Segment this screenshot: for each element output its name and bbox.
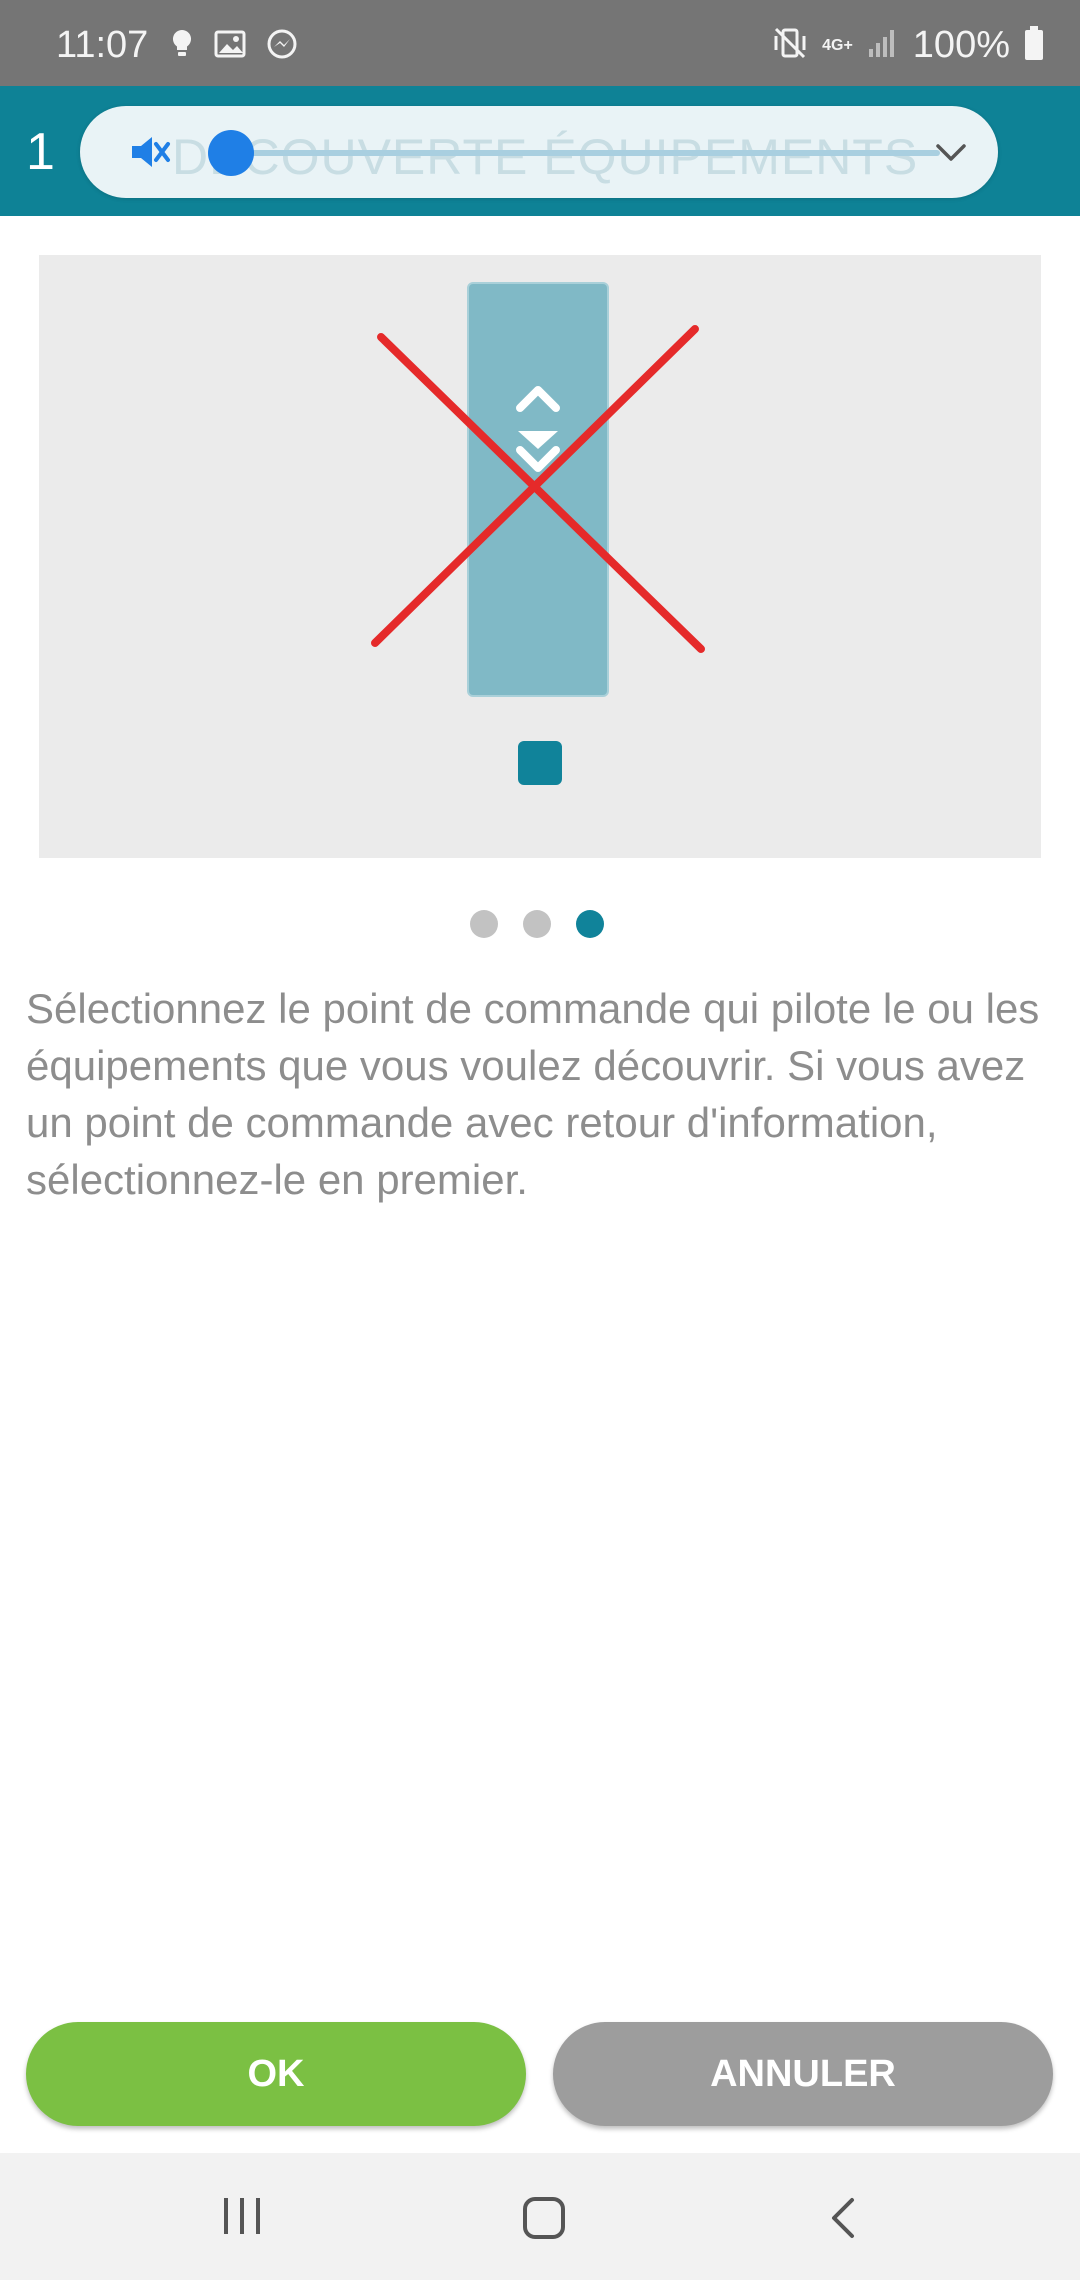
battery-percentage: 100%	[912, 24, 1010, 66]
image-icon	[214, 29, 246, 64]
mute-icon[interactable]	[126, 128, 174, 181]
tutorial-illustration	[39, 255, 1041, 858]
status-time: 11:07	[56, 24, 149, 66]
carousel-indicator	[470, 910, 604, 938]
vibrate-icon	[772, 25, 808, 66]
page-title: DÉCOUVERTE ÉQUIPEMENTS	[172, 129, 919, 185]
title-dropdown[interactable]: DÉCOUVERTE ÉQUIPEMENTS	[80, 106, 998, 198]
recents-icon[interactable]	[220, 2196, 264, 2241]
home-icon[interactable]	[522, 2196, 566, 2245]
network-label: 4G+	[822, 36, 853, 54]
battery-icon	[1024, 26, 1044, 65]
instruction-text: Sélectionnez le point de commande qui pi…	[26, 985, 1040, 1203]
cancel-button[interactable]: ANNULER	[553, 2022, 1053, 2126]
back-icon[interactable]	[828, 2196, 860, 2245]
chevron-down-icon[interactable]	[932, 134, 970, 177]
carousel-dot-active[interactable]	[576, 910, 604, 938]
signal-icon	[867, 27, 899, 64]
volume-slider-track[interactable]	[230, 150, 940, 156]
carousel-dot[interactable]	[523, 910, 551, 938]
volume-slider-handle[interactable]	[208, 130, 254, 176]
cross-icon	[371, 325, 705, 653]
system-icons: 4G+ 100%	[772, 24, 1044, 67]
messenger-icon	[266, 28, 298, 65]
status-bar: 11:07 4G+ 100%	[0, 0, 1080, 86]
system-navigation-bar	[0, 2153, 1080, 2280]
top-toolbar: 1 DÉCOUVERTE ÉQUIPEMENTS	[0, 86, 1080, 216]
notification-icons	[170, 28, 298, 65]
ok-button[interactable]: OK	[26, 2022, 526, 2126]
bulb-icon	[170, 28, 194, 65]
step-number: 1	[26, 123, 55, 181]
carousel-dot[interactable]	[470, 910, 498, 938]
